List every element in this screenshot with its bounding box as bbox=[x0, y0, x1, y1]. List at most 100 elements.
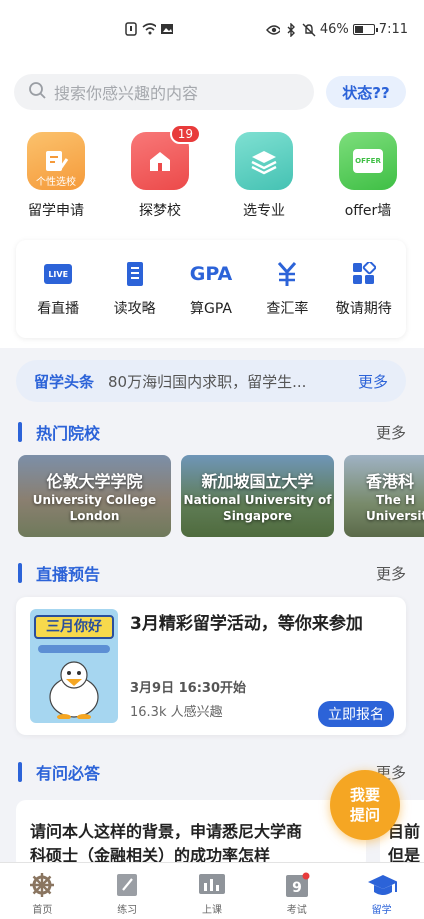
notification-badge: 19 bbox=[169, 124, 201, 144]
quick-access: 个性选校 留学申请 19 探梦校 选专业 OFFER offer墙 LIVE 看… bbox=[0, 120, 424, 348]
small-icon-live[interactable]: LIVE 看直播 bbox=[21, 260, 95, 318]
event-time: 3月9日 16:30开始 bbox=[130, 681, 246, 696]
tab-home[interactable]: 首页 bbox=[7, 863, 77, 919]
yen-icon bbox=[275, 260, 299, 288]
big-icon-dream-school[interactable]: 19 探梦校 bbox=[110, 124, 210, 220]
school-name-cn: 伦敦大学学院 bbox=[46, 472, 143, 491]
tab-study-abroad[interactable]: 留学 bbox=[347, 863, 417, 919]
calendar-icon: 9 bbox=[282, 871, 312, 899]
graduation-cap-icon bbox=[367, 871, 397, 899]
status-bar: 46% 7:11 bbox=[0, 0, 424, 62]
home-icon: 19 bbox=[131, 124, 201, 190]
ask-question-button[interactable]: 我要 提问 bbox=[330, 770, 400, 840]
search-placeholder: 搜索你感兴趣的内容 bbox=[54, 84, 199, 103]
big-icon-choose-major[interactable]: 选专业 bbox=[214, 132, 314, 220]
svg-text:9: 9 bbox=[292, 880, 302, 896]
ship-wheel-icon bbox=[27, 871, 57, 899]
small-icon-label: 敬请期待 bbox=[335, 301, 392, 317]
school-card[interactable]: 伦敦大学学院 University College London bbox=[18, 455, 171, 537]
big-icon-label: 选专业 bbox=[243, 203, 285, 219]
tab-exam[interactable]: 9 考试 bbox=[262, 863, 332, 919]
school-name-en: The H bbox=[376, 493, 416, 507]
clock: 7:11 bbox=[378, 22, 408, 37]
section-title: 热门院校 bbox=[36, 424, 101, 443]
signup-button[interactable]: 立即报名 bbox=[318, 701, 394, 727]
battery-percent: 46% bbox=[319, 22, 349, 37]
layers-icon bbox=[235, 132, 293, 190]
news-more-link[interactable]: 更多 bbox=[358, 371, 388, 392]
tools-card: LIVE 看直播 读攻略 GPA 算GPA 查汇率 敬请期待 bbox=[16, 240, 406, 338]
battery-icon bbox=[352, 24, 378, 35]
section-title: 有问必答 bbox=[36, 764, 101, 783]
school-name-en: Singapore bbox=[223, 509, 292, 523]
big-icon-label: offer墙 bbox=[344, 203, 392, 219]
big-icon-study-abroad[interactable]: 个性选校 留学申请 bbox=[6, 132, 106, 220]
tab-class[interactable]: 上课 bbox=[177, 863, 247, 919]
section-qa: 有问必答 bbox=[18, 760, 100, 784]
tile-tag: 个性选校 bbox=[36, 177, 76, 188]
news-text: 80万海归国内求职，留学生... bbox=[108, 372, 307, 391]
offer-icon: OFFER bbox=[339, 132, 397, 190]
school-name-en: University College bbox=[32, 493, 157, 507]
search-icon bbox=[28, 81, 46, 103]
bottom-tab-bar: 首页 练习 上课 9 考试 留学 bbox=[0, 862, 424, 919]
section-title: 直播预告 bbox=[36, 565, 101, 584]
school-card[interactable]: 新加坡国立大学 National University of Singapore bbox=[181, 455, 334, 537]
image-icon bbox=[160, 22, 174, 36]
live-icon: LIVE bbox=[44, 260, 73, 288]
tab-practice[interactable]: 练习 bbox=[92, 863, 162, 919]
small-icon-guides[interactable]: 读攻略 bbox=[98, 260, 172, 318]
notification-icon bbox=[124, 22, 138, 36]
small-icon-exchange-rate[interactable]: 查汇率 bbox=[250, 260, 324, 318]
poster-title: 三月你好 bbox=[34, 615, 114, 639]
header: 搜索你感兴趣的内容 状态?? bbox=[0, 62, 424, 120]
question-card[interactable]: 请问本人这样的背景，申请悉尼大学商 科硕士（金融相关）的成功率怎样 bbox=[16, 800, 366, 870]
wifi-icon bbox=[142, 22, 156, 36]
duck-illustration bbox=[49, 661, 99, 719]
small-icon-gpa[interactable]: GPA 算GPA bbox=[174, 260, 248, 318]
eye-icon bbox=[265, 23, 280, 37]
small-icon-label: 读攻略 bbox=[113, 301, 156, 317]
big-icon-label: 探梦校 bbox=[139, 203, 181, 219]
status-button[interactable]: 状态?? bbox=[326, 76, 406, 108]
gpa-icon: GPA bbox=[189, 263, 233, 285]
book-icon bbox=[124, 260, 146, 288]
big-icon-offer-wall[interactable]: OFFER offer墙 bbox=[318, 132, 418, 220]
school-name-en: Universit bbox=[366, 509, 424, 523]
small-icon-label: 看直播 bbox=[37, 301, 80, 317]
tab-label: 练习 bbox=[117, 905, 138, 916]
small-icon-coming-soon[interactable]: 敬请期待 bbox=[327, 260, 401, 318]
mute-icon bbox=[302, 23, 316, 37]
small-icon-label: 算GPA bbox=[189, 301, 232, 317]
news-tag: 留学头条 bbox=[34, 372, 95, 391]
school-name-en: London bbox=[69, 509, 120, 523]
tab-label: 首页 bbox=[32, 905, 53, 916]
event-poster: 三月你好 bbox=[30, 609, 118, 723]
school-name-cn: 新加坡国立大学 bbox=[201, 472, 314, 491]
search-input[interactable]: 搜索你感兴趣的内容 bbox=[14, 74, 314, 110]
news-ticker[interactable]: 留学头条 80万海归国内求职，留学生... 更多 bbox=[16, 360, 406, 402]
tab-label: 考试 bbox=[286, 905, 307, 916]
big-icon-label: 留学申请 bbox=[28, 203, 84, 219]
live-event-card[interactable]: 三月你好 3月精彩留学活动，等你来参加 3月9日 16:30开始 16.3k 人… bbox=[16, 597, 406, 735]
hot-schools-more-link[interactable]: 更多 bbox=[376, 422, 406, 443]
school-name-en: National University of bbox=[183, 493, 332, 507]
section-hot-schools: 热门院校 bbox=[18, 420, 100, 444]
bluetooth-icon bbox=[284, 22, 298, 37]
chart-board-icon bbox=[197, 871, 227, 899]
tab-label: 留学 bbox=[371, 905, 392, 916]
notebook-icon bbox=[112, 871, 142, 899]
fab-label: 我要 bbox=[349, 786, 380, 804]
small-icon-label: 查汇率 bbox=[266, 301, 309, 317]
live-preview-more-link[interactable]: 更多 bbox=[376, 563, 406, 584]
question-text: 请问本人这样的背景，申请悉尼大学商 bbox=[30, 822, 303, 841]
study-abroad-icon: 个性选校 bbox=[27, 132, 85, 190]
section-live-preview: 直播预告 bbox=[18, 561, 100, 585]
school-card[interactable]: 香港科 The H Universit bbox=[344, 455, 424, 537]
offer-tag: OFFER bbox=[353, 149, 383, 173]
school-carousel: 伦敦大学学院 University College London 新加坡国立大学… bbox=[18, 455, 424, 537]
school-name-cn: 香港科 bbox=[366, 472, 415, 491]
fab-label: 提问 bbox=[349, 806, 380, 824]
event-title: 3月精彩留学活动，等你来参加 bbox=[130, 614, 363, 634]
tab-label: 上课 bbox=[201, 905, 222, 916]
